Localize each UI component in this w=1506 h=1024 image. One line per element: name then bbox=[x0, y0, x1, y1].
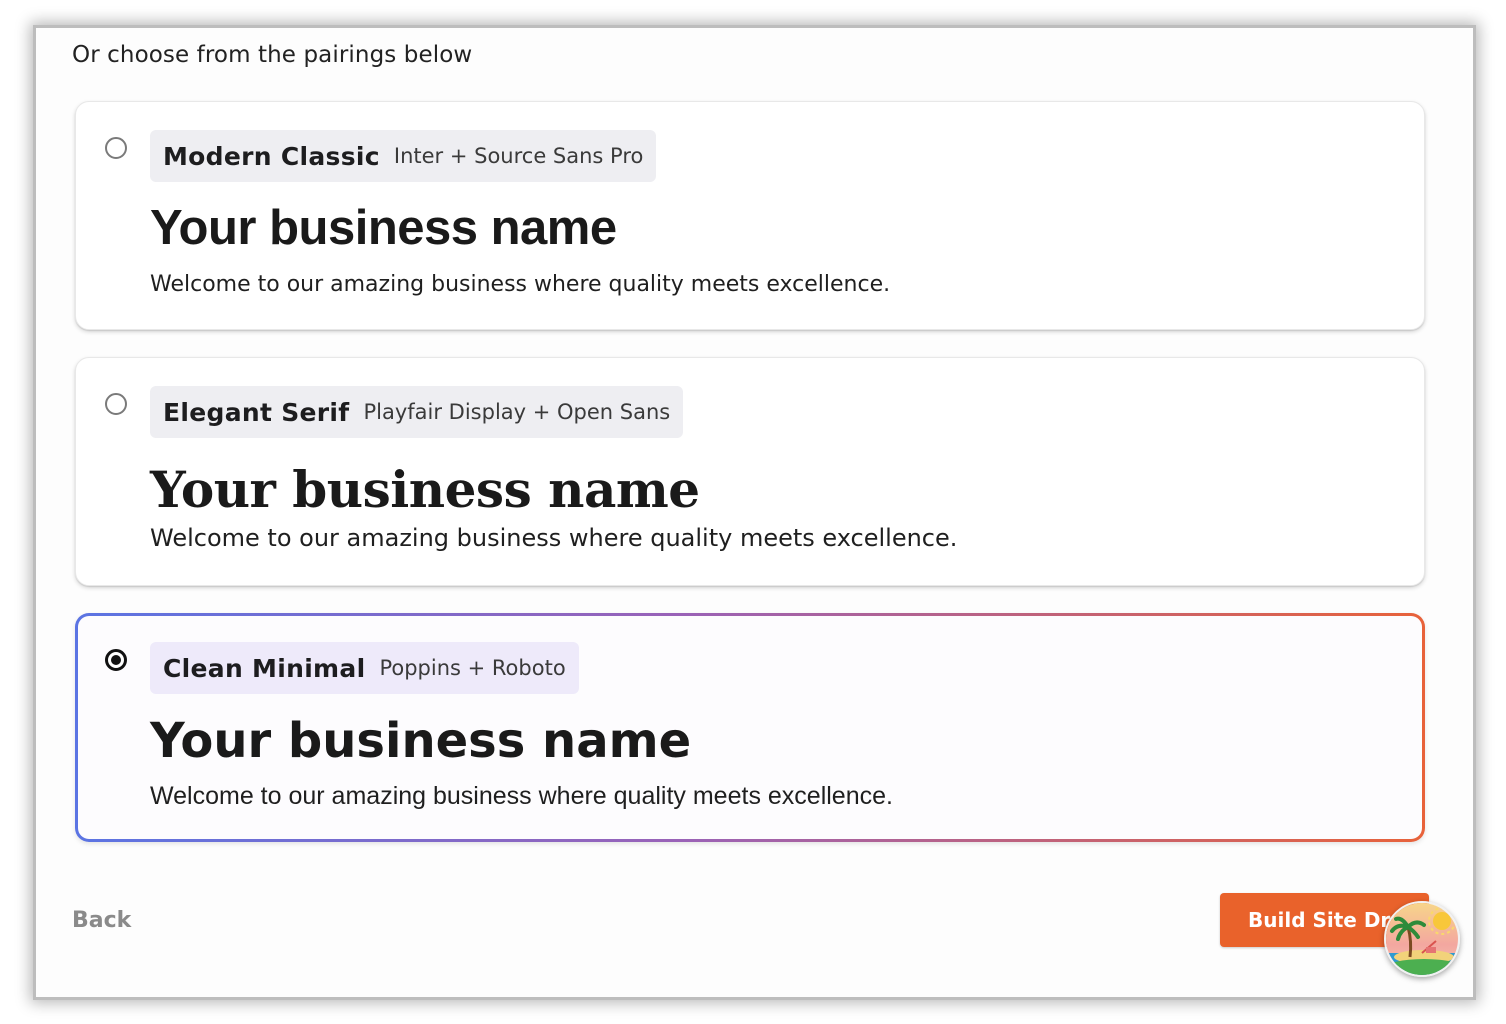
pairing-fonts: Playfair Display + Open Sans bbox=[363, 400, 671, 424]
pairing-card-elegant-serif[interactable]: Elegant Serif Playfair Display + Open Sa… bbox=[75, 357, 1425, 586]
pairing-card-modern-classic[interactable]: Modern Classic Inter + Source Sans Pro Y… bbox=[75, 101, 1425, 330]
preview-tagline: Welcome to our amazing business where qu… bbox=[150, 272, 891, 297]
pairing-fonts: Inter + Source Sans Pro bbox=[393, 144, 644, 168]
radio-modern-classic[interactable] bbox=[105, 137, 127, 159]
pairing-name: Elegant Serif bbox=[163, 397, 350, 427]
radio-elegant-serif[interactable] bbox=[105, 393, 127, 415]
pairing-badge: Clean Minimal Poppins + Roboto bbox=[150, 642, 579, 694]
pairing-selection-panel: Or choose from the pairings below Modern… bbox=[36, 28, 1473, 997]
preview-heading: Your business name bbox=[150, 460, 700, 519]
beach-island-icon[interactable] bbox=[1384, 901, 1460, 977]
pairing-name: Clean Minimal bbox=[163, 653, 366, 683]
pairing-card-clean-minimal[interactable]: Clean Minimal Poppins + Roboto Your busi… bbox=[75, 613, 1425, 842]
radio-clean-minimal[interactable] bbox=[105, 649, 127, 671]
pairing-badge: Elegant Serif Playfair Display + Open Sa… bbox=[150, 386, 684, 438]
pairing-fonts: Poppins + Roboto bbox=[379, 656, 566, 680]
preview-heading: Your business name bbox=[150, 201, 617, 255]
pairing-name: Modern Classic bbox=[163, 141, 380, 171]
pairing-badge: Modern Classic Inter + Source Sans Pro bbox=[150, 130, 657, 182]
preview-tagline: Welcome to our amazing business where qu… bbox=[150, 782, 893, 810]
preview-heading: Your business name bbox=[150, 713, 692, 769]
preview-tagline: Welcome to our amazing business where qu… bbox=[150, 524, 958, 552]
intro-text: Or choose from the pairings below bbox=[72, 42, 473, 68]
avatar-illustration bbox=[1386, 903, 1458, 975]
back-button[interactable]: Back bbox=[72, 908, 131, 933]
